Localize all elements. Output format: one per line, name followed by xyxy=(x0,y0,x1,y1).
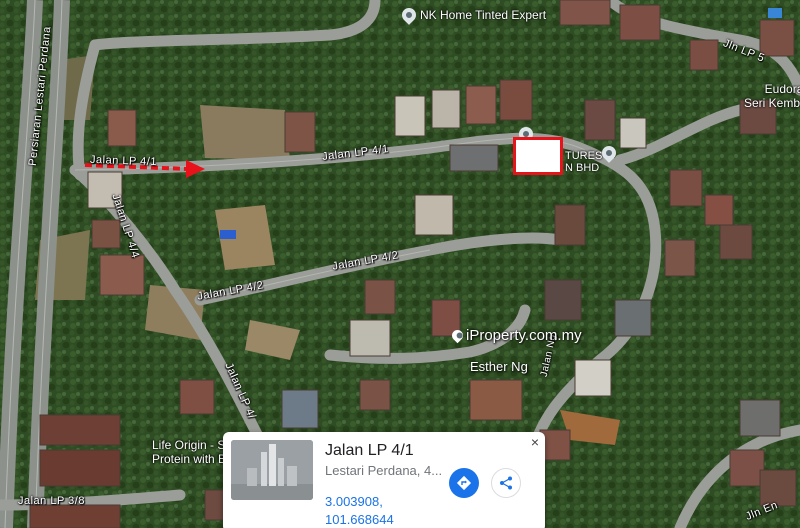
place-latitude[interactable]: 3.003908, xyxy=(325,494,383,509)
property-marker xyxy=(513,137,563,175)
place-info-card[interactable]: Jalan LP 4/1 Lestari Perdana, 4... 3.003… xyxy=(223,432,545,528)
close-icon[interactable]: × xyxy=(527,434,543,450)
place-address: Lestari Perdana, 4... xyxy=(325,463,443,478)
poi-eudora[interactable]: EudoraPlace Seri Kembangan xyxy=(744,82,800,110)
blue-roof xyxy=(220,230,236,239)
map-view[interactable]: Jalan LP 4/1 Jalan LP 4/1 Jalan LP 4/2 J… xyxy=(0,0,800,528)
directions-icon xyxy=(456,475,472,491)
watermark: iProperty.com.my xyxy=(449,327,582,344)
pool xyxy=(768,8,782,18)
road-label-lp41-west: Jalan LP 4/1 xyxy=(89,153,158,169)
location-pin-icon xyxy=(399,5,419,25)
place-longitude[interactable]: 101.668644 xyxy=(325,512,394,527)
share-button[interactable] xyxy=(491,468,521,498)
agent-name: Esther Ng xyxy=(470,359,528,374)
poi-partial-company[interactable]: TURES N BHD xyxy=(565,150,602,174)
poi-life-origin[interactable]: Life Origin - S Protein with B xyxy=(152,438,226,466)
place-thumbnail[interactable] xyxy=(231,440,313,500)
road-label-lp38: Jalan LP 3/8 xyxy=(18,495,85,507)
place-title: Jalan LP 4/1 xyxy=(325,442,414,459)
location-pin-icon xyxy=(449,327,466,344)
poi-nk-home[interactable]: NK Home Tinted Expert xyxy=(399,5,546,25)
share-icon xyxy=(500,476,512,490)
building-icon xyxy=(231,440,313,500)
directions-button[interactable] xyxy=(449,468,479,498)
